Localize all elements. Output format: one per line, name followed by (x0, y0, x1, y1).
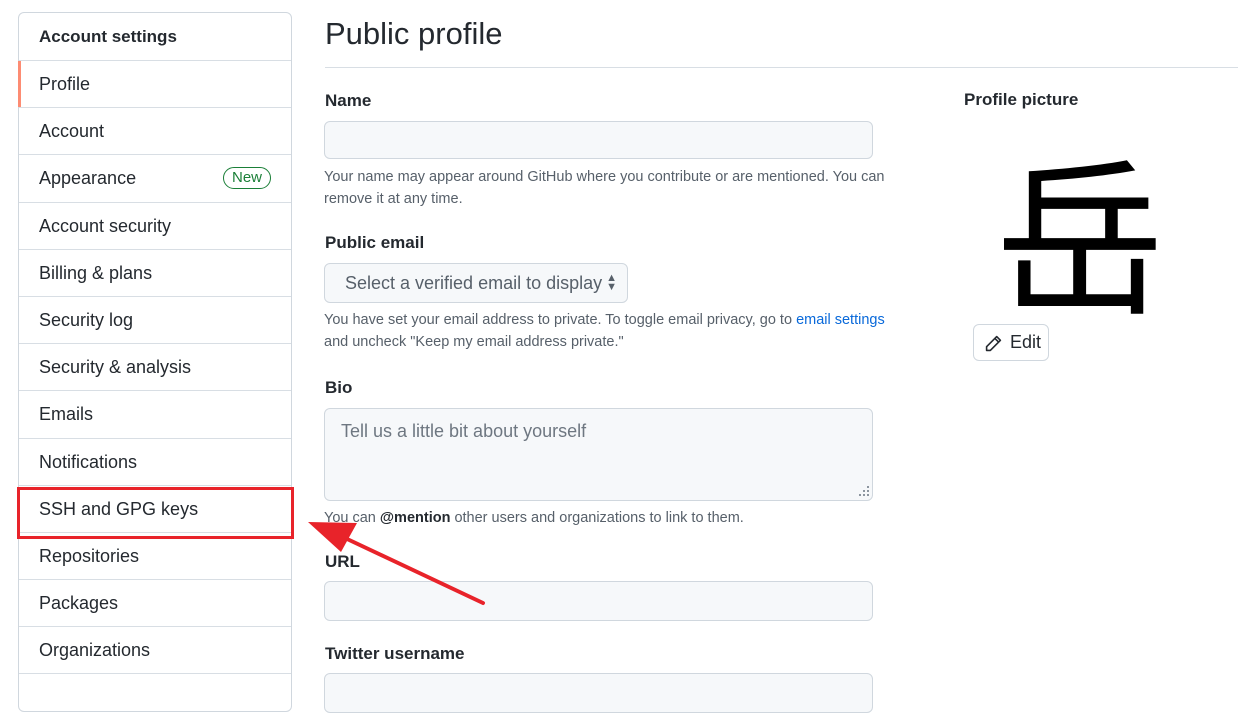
sidebar-item-organizations[interactable]: Organizations (19, 627, 291, 675)
sidebar-item-label: Profile (39, 74, 91, 94)
sidebar-item-emails[interactable]: Emails (19, 391, 291, 439)
edit-avatar-button[interactable]: Edit (973, 324, 1049, 361)
public-email-label: Public email (325, 233, 425, 252)
sidebar-item-account-security[interactable]: Account security (19, 203, 291, 250)
select-caret-icon: ▲ ▼ (606, 272, 617, 293)
public-email-note-text: You have set your email address to priva… (324, 312, 797, 328)
sidebar-item-profile[interactable]: Profile (18, 61, 291, 109)
title-divider (325, 67, 1238, 68)
bio-field[interactable] (324, 408, 873, 501)
name-note: Your name may appear around GitHub where… (324, 169, 885, 207)
avatar: 岳 (995, 144, 1166, 342)
sidebar-item-security-analysis[interactable]: Security & analysis (19, 344, 291, 392)
sidebar-item-appearance[interactable]: Appearance New (19, 155, 291, 203)
sidebar-item-label: Security log (39, 309, 134, 330)
sidebar-item-label: Emails (39, 404, 94, 425)
bio-note-text: You can (324, 510, 380, 526)
sidebar-item-label: Packages (39, 593, 119, 614)
page-title: Public profile (325, 16, 503, 51)
bio-label: Bio (325, 378, 353, 397)
sidebar-item-packages[interactable]: Packages (19, 580, 291, 628)
edit-label: Edit (1010, 332, 1042, 352)
public-email-selected: Select a verified email to display (345, 273, 603, 293)
sidebar-item-account[interactable]: Account (19, 108, 291, 156)
resize-grip-icon[interactable] (859, 486, 869, 496)
url-label: URL (325, 552, 360, 571)
sidebar-item-label: Repositories (39, 545, 140, 566)
url-field[interactable] (324, 581, 873, 621)
sidebar-item-label: Security & analysis (39, 357, 192, 378)
sidebar-item-notifications[interactable]: Notifications (19, 439, 291, 486)
sidebar-item-ssh-gpg-keys[interactable]: SSH and GPG keys (19, 486, 291, 533)
sidebar-item-security-log[interactable]: Security log (19, 297, 291, 345)
sidebar-item-label: Organizations (39, 640, 151, 661)
sidebar-item-label: Billing & plans (39, 262, 153, 283)
name-label: Name (325, 91, 372, 110)
email-settings-link[interactable]: email settings (796, 312, 885, 328)
public-email-select[interactable]: Select a verified email to display ▲ ▼ (324, 263, 628, 303)
new-badge: New (222, 167, 271, 190)
twitter-label: Twitter username (325, 644, 465, 663)
settings-sidebar: Account settings Profile Account Appeara… (18, 12, 292, 712)
sidebar-item-label: Appearance (39, 168, 137, 189)
sidebar-header: Account settings (19, 13, 291, 61)
twitter-field[interactable] (324, 673, 873, 713)
profile-picture-label: Profile picture (964, 90, 1079, 109)
sidebar-item-label: Notifications (39, 451, 138, 472)
sidebar-item-billing[interactable]: Billing & plans (19, 250, 291, 297)
mention-text: @mention (379, 510, 451, 526)
public-email-note-text-2: and uncheck "Keep my email address priva… (324, 334, 624, 350)
public-email-note: You have set your email address to priva… (324, 309, 914, 353)
bio-note: You can @mention other users and organiz… (324, 507, 914, 529)
name-field[interactable] (324, 121, 873, 159)
sidebar-item-repositories[interactable]: Repositories (19, 533, 291, 581)
pencil-icon (985, 335, 1002, 352)
sidebar-item-label: Account security (39, 215, 172, 236)
bio-note-text-2: other users and organizations to link to… (450, 510, 744, 526)
sidebar-item-label: Account (39, 121, 105, 142)
sidebar-item-label: SSH and GPG keys (39, 498, 199, 519)
